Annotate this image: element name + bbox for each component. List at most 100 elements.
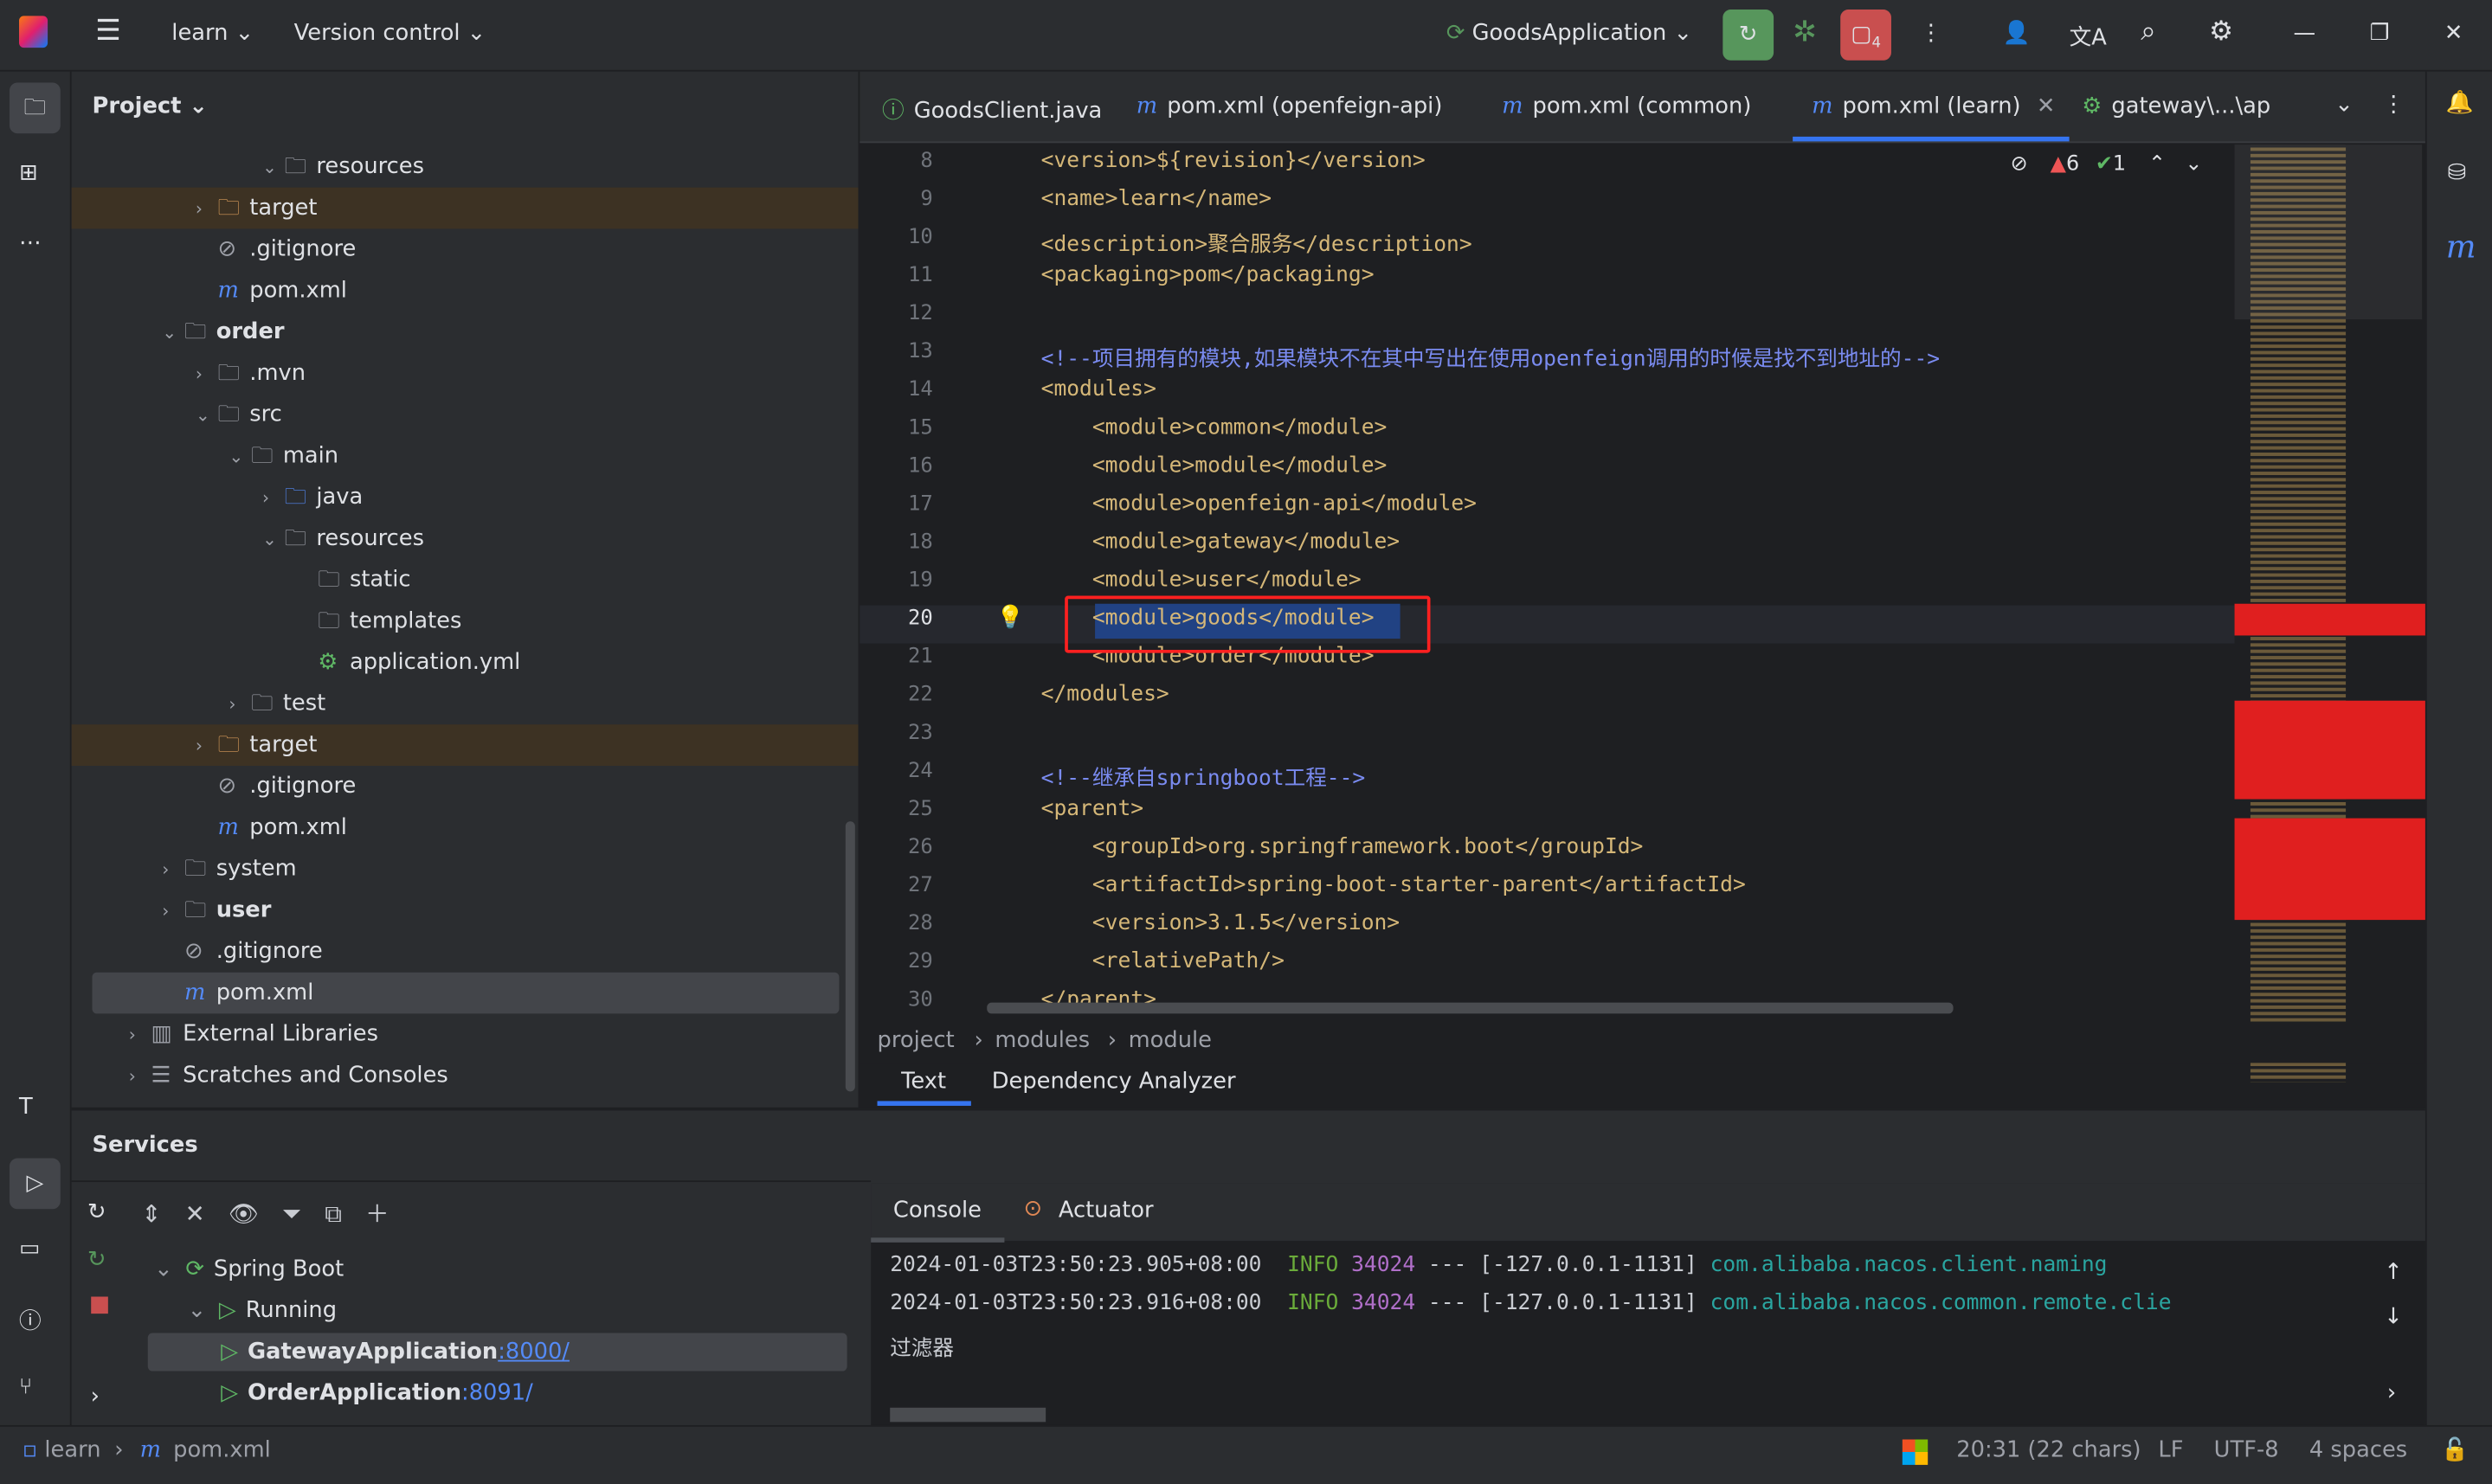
notifications-icon[interactable]: 🔔 [2446,91,2474,116]
service-item[interactable]: ▷ OrderApplication:8091/ [135,1374,866,1412]
chevron-right-icon[interactable]: › [162,891,184,933]
chevron-down-icon[interactable]: ⌄ [196,395,218,437]
service-item[interactable]: ▷ GatewayApplication:8000/ [147,1333,847,1372]
eye-icon[interactable]: 👁 [229,1199,259,1228]
refresh-icon[interactable]: ↻ [87,1199,106,1224]
encoding[interactable]: UTF-8 [2214,1438,2279,1463]
chevron-down-icon[interactable]: ⌄ [154,1256,173,1282]
tree-item[interactable]: ⊘ .gitignore [72,228,859,270]
stop-service-icon[interactable]: ■ [89,1292,110,1317]
prev-highlight-icon[interactable]: ⌃ [2148,152,2166,177]
minimize-button[interactable]: — [2293,21,2315,46]
status-path-file[interactable]: pom.xml [173,1438,271,1463]
breadcrumb-item[interactable]: modules [995,1028,1090,1053]
scroll-right-icon[interactable]: › [2387,1381,2396,1406]
tree-item[interactable]: ⚙ application.yml [72,642,859,684]
close-button[interactable]: ✕ [2444,21,2463,46]
intention-bulb-icon[interactable]: 💡 [996,606,1024,631]
tree-item[interactable]: › 🗀 java [72,477,859,518]
collapse-icon[interactable]: ✕ [185,1199,205,1228]
tree-item[interactable]: ⌄ 🗀 order [72,312,859,353]
tree-item[interactable]: m pom.xml [92,972,840,1014]
project-selector[interactable]: learn ⌄ [171,21,254,46]
main-menu-icon[interactable]: ☰ [95,15,121,48]
more-tools-icon[interactable]: ⋯ [19,230,42,255]
chevron-down-icon[interactable]: ⌄ [162,313,184,355]
tab-pom-xml-learn-[interactable]: m pom.xml (learn) ✕ [1812,93,2055,119]
rerun-button[interactable]: ↻ [1723,10,1774,61]
chevron-right-icon[interactable]: › [229,684,251,726]
maven-tool-icon[interactable]: m [2446,228,2476,266]
tab-pom-xml-common-[interactable]: m pom.xml (common) [1502,93,1751,119]
tab-goodsclient-java[interactable]: ⓘ GoodsClient.java [882,93,1102,125]
tree-item[interactable]: ⌄ 🗀 main [72,435,859,477]
chevron-right-icon[interactable]: › [162,850,184,891]
tree-item[interactable]: › 🗀 test [72,684,859,725]
code-with-me-icon[interactable]: 👤 [2002,21,2030,46]
expand-icon[interactable]: ⇕ [141,1199,161,1228]
service-item[interactable]: ⌄ ⟳ Spring Boot [135,1250,866,1288]
chevron-right-icon[interactable]: › [196,189,218,230]
tree-item[interactable]: ⊘ .gitignore [72,931,859,973]
search-icon[interactable]: ⌕ [2141,16,2156,48]
tab-gateway-ap[interactable]: ⚙ gateway\...\ap [2082,93,2270,119]
status-path-project[interactable]: learn [44,1438,100,1463]
more-icon[interactable]: ⋮ [1920,21,1942,46]
git-tool-icon[interactable]: ⑂ [19,1374,32,1399]
tree-item[interactable]: ⌄ 🗀 src [72,394,859,435]
chevron-down-icon[interactable]: ⌄ [229,437,251,479]
chevron-right-icon[interactable]: › [129,1057,151,1098]
service-port-link[interactable]: :8000/ [498,1339,570,1365]
horizontal-scrollbar[interactable] [987,1002,1954,1014]
tree-item[interactable]: › 🗀 target [71,724,859,768]
breadcrumb-item[interactable]: project [878,1028,955,1053]
editor-tab-text[interactable]: Text [901,1070,946,1095]
scroll-down-icon[interactable]: ↓ [2384,1304,2403,1329]
chevron-right-icon[interactable]: › [262,479,285,520]
tree-item[interactable]: ⊘ .gitignore [72,766,859,807]
chevron-down-icon[interactable]: ⌄ [262,148,285,190]
project-panel-title[interactable]: Project ⌄ [92,93,207,119]
structure-tool-icon[interactable]: ⊞ [19,160,38,185]
project-tool-icon[interactable]: 🗀 [10,82,61,134]
expand-panel-icon[interactable]: › [91,1384,100,1409]
lock-icon[interactable]: 🔓 [2441,1438,2469,1463]
close-tab-icon[interactable]: ✕ [2037,93,2056,119]
rerun-service-icon[interactable]: ↻ [87,1247,106,1272]
tree-item[interactable]: m pom.xml [72,270,859,312]
chevron-right-icon[interactable]: › [196,726,218,768]
run-config-selector[interactable]: ⟳ GoodsApplication ⌄ [1446,21,1692,46]
services-tool-icon[interactable]: ▷ [10,1158,61,1210]
breadcrumb-item[interactable]: module [1129,1028,1212,1053]
next-highlight-icon[interactable]: ⌄ [2185,152,2202,177]
console-scrollbar[interactable] [890,1407,1046,1423]
tab-more-icon[interactable]: ⋮ [2382,92,2405,117]
new-tab-icon[interactable]: ⧉ [325,1199,342,1228]
tree-item[interactable]: ⌄ 🗀 resources [72,518,859,560]
database-icon[interactable]: ⛁ [2448,160,2467,185]
reader-mode-icon[interactable]: ⊘ [2011,152,2028,177]
scroll-up-icon[interactable]: ↑ [2384,1260,2403,1285]
debug-icon[interactable]: ✲ [1793,16,1817,49]
tree-item[interactable]: › ☰ Scratches and Consoles [72,1055,859,1096]
tree-item[interactable]: › ▥ External Libraries [72,1013,859,1055]
service-item[interactable]: ⌄ ▷ Running [135,1292,866,1330]
problems-tool-icon[interactable]: ⓘ [19,1304,42,1336]
tree-item[interactable]: ⌄ 🗀 resources [72,146,859,188]
settings-icon[interactable]: ⚙ [2209,16,2233,48]
tree-item[interactable]: › 🗀 target [71,187,859,230]
tree-item[interactable]: › 🗀 user [72,890,859,931]
inspection-widget[interactable]: ⊘ ▲6 ✔1 ⌃ ⌄ [2011,152,2203,177]
stop-button[interactable]: ▢4 [1840,10,1891,61]
tab-pom-xml-openfeign-api-[interactable]: m pom.xml (openfeign-api) [1137,93,1443,119]
translate-icon[interactable]: 文A [2070,21,2107,53]
tree-item[interactable]: 🗀 static [72,559,859,601]
filter-icon[interactable]: ⏷ [282,1199,301,1228]
indent[interactable]: 4 spaces [2309,1438,2407,1463]
minimap[interactable] [2234,145,2425,1082]
caret-position[interactable]: 20:31 (22 chars) [1956,1438,2141,1463]
add-icon[interactable]: ＋ [365,1199,390,1228]
tab-list-chevron-icon[interactable]: ⌄ [2334,92,2354,117]
service-port-link[interactable]: :8091/ [461,1381,533,1406]
editor-tab-dependency-analyzer[interactable]: Dependency Analyzer [992,1070,1236,1095]
